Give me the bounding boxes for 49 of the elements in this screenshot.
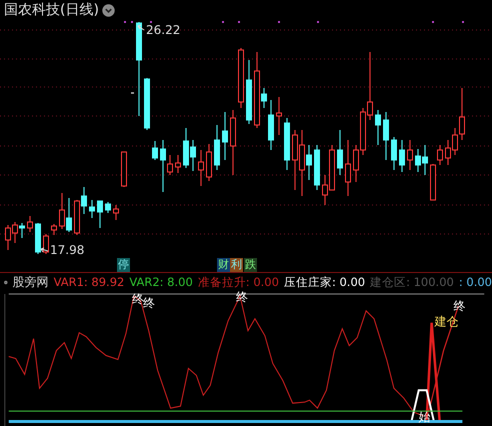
candlestick [144, 78, 150, 130]
candlestick [314, 144, 320, 190]
candlestick [337, 130, 343, 176]
candlestick [276, 96, 282, 136]
candlestick [214, 124, 220, 170]
candlestick [35, 222, 41, 254]
candlestick [105, 202, 111, 214]
candlestick [383, 112, 389, 160]
event-tag: 停 [117, 258, 130, 272]
candlestick [407, 140, 413, 170]
candlestick [97, 200, 103, 228]
indicator-name: 股旁网 [12, 274, 49, 290]
candlestick [198, 150, 204, 186]
tick-mark [130, 92, 134, 94]
signal-label: 终 [453, 298, 466, 313]
candlestick [113, 204, 119, 220]
candlestick [89, 200, 95, 218]
indicator-value: VAR1: 89.92 [54, 275, 124, 289]
candlestick [246, 60, 252, 124]
event-tag: 利 [230, 258, 243, 272]
candlestick [175, 154, 181, 174]
indicator-value: : 0.00 [458, 275, 492, 289]
candlestick [51, 224, 57, 236]
candlestick [345, 140, 351, 196]
candlestick [206, 144, 212, 182]
candlestick [152, 140, 158, 160]
candlestick [230, 110, 236, 176]
candlestick [284, 118, 290, 170]
candlestick [391, 136, 397, 170]
indicator-value: 压住庄家: 0.00 [284, 274, 366, 290]
indicator-value: 建仓区: 100.00 [370, 274, 454, 290]
signal-label: 终 [142, 296, 155, 310]
candlestick [238, 48, 244, 108]
indicator-value: 准备拉升: 0.00 [198, 274, 279, 290]
candlestick [222, 112, 228, 160]
price-label: 26.22 [146, 23, 180, 37]
candlestick [375, 110, 381, 146]
dropdown-icon[interactable] [102, 4, 115, 16]
indicator-value: VAR2: 8.00 [129, 275, 193, 289]
pointer-arrow-icon [138, 24, 144, 30]
price-label: 17.98 [50, 243, 84, 257]
candlestick [43, 234, 49, 254]
chart-title: 国农科技(日线) [4, 2, 99, 18]
candlestick [121, 152, 127, 188]
event-tag: 财 [217, 258, 230, 272]
candlestick [27, 216, 33, 232]
event-tag: 跌 [244, 258, 257, 272]
candlestick [399, 140, 405, 172]
pointer-arrow-icon [40, 248, 48, 252]
